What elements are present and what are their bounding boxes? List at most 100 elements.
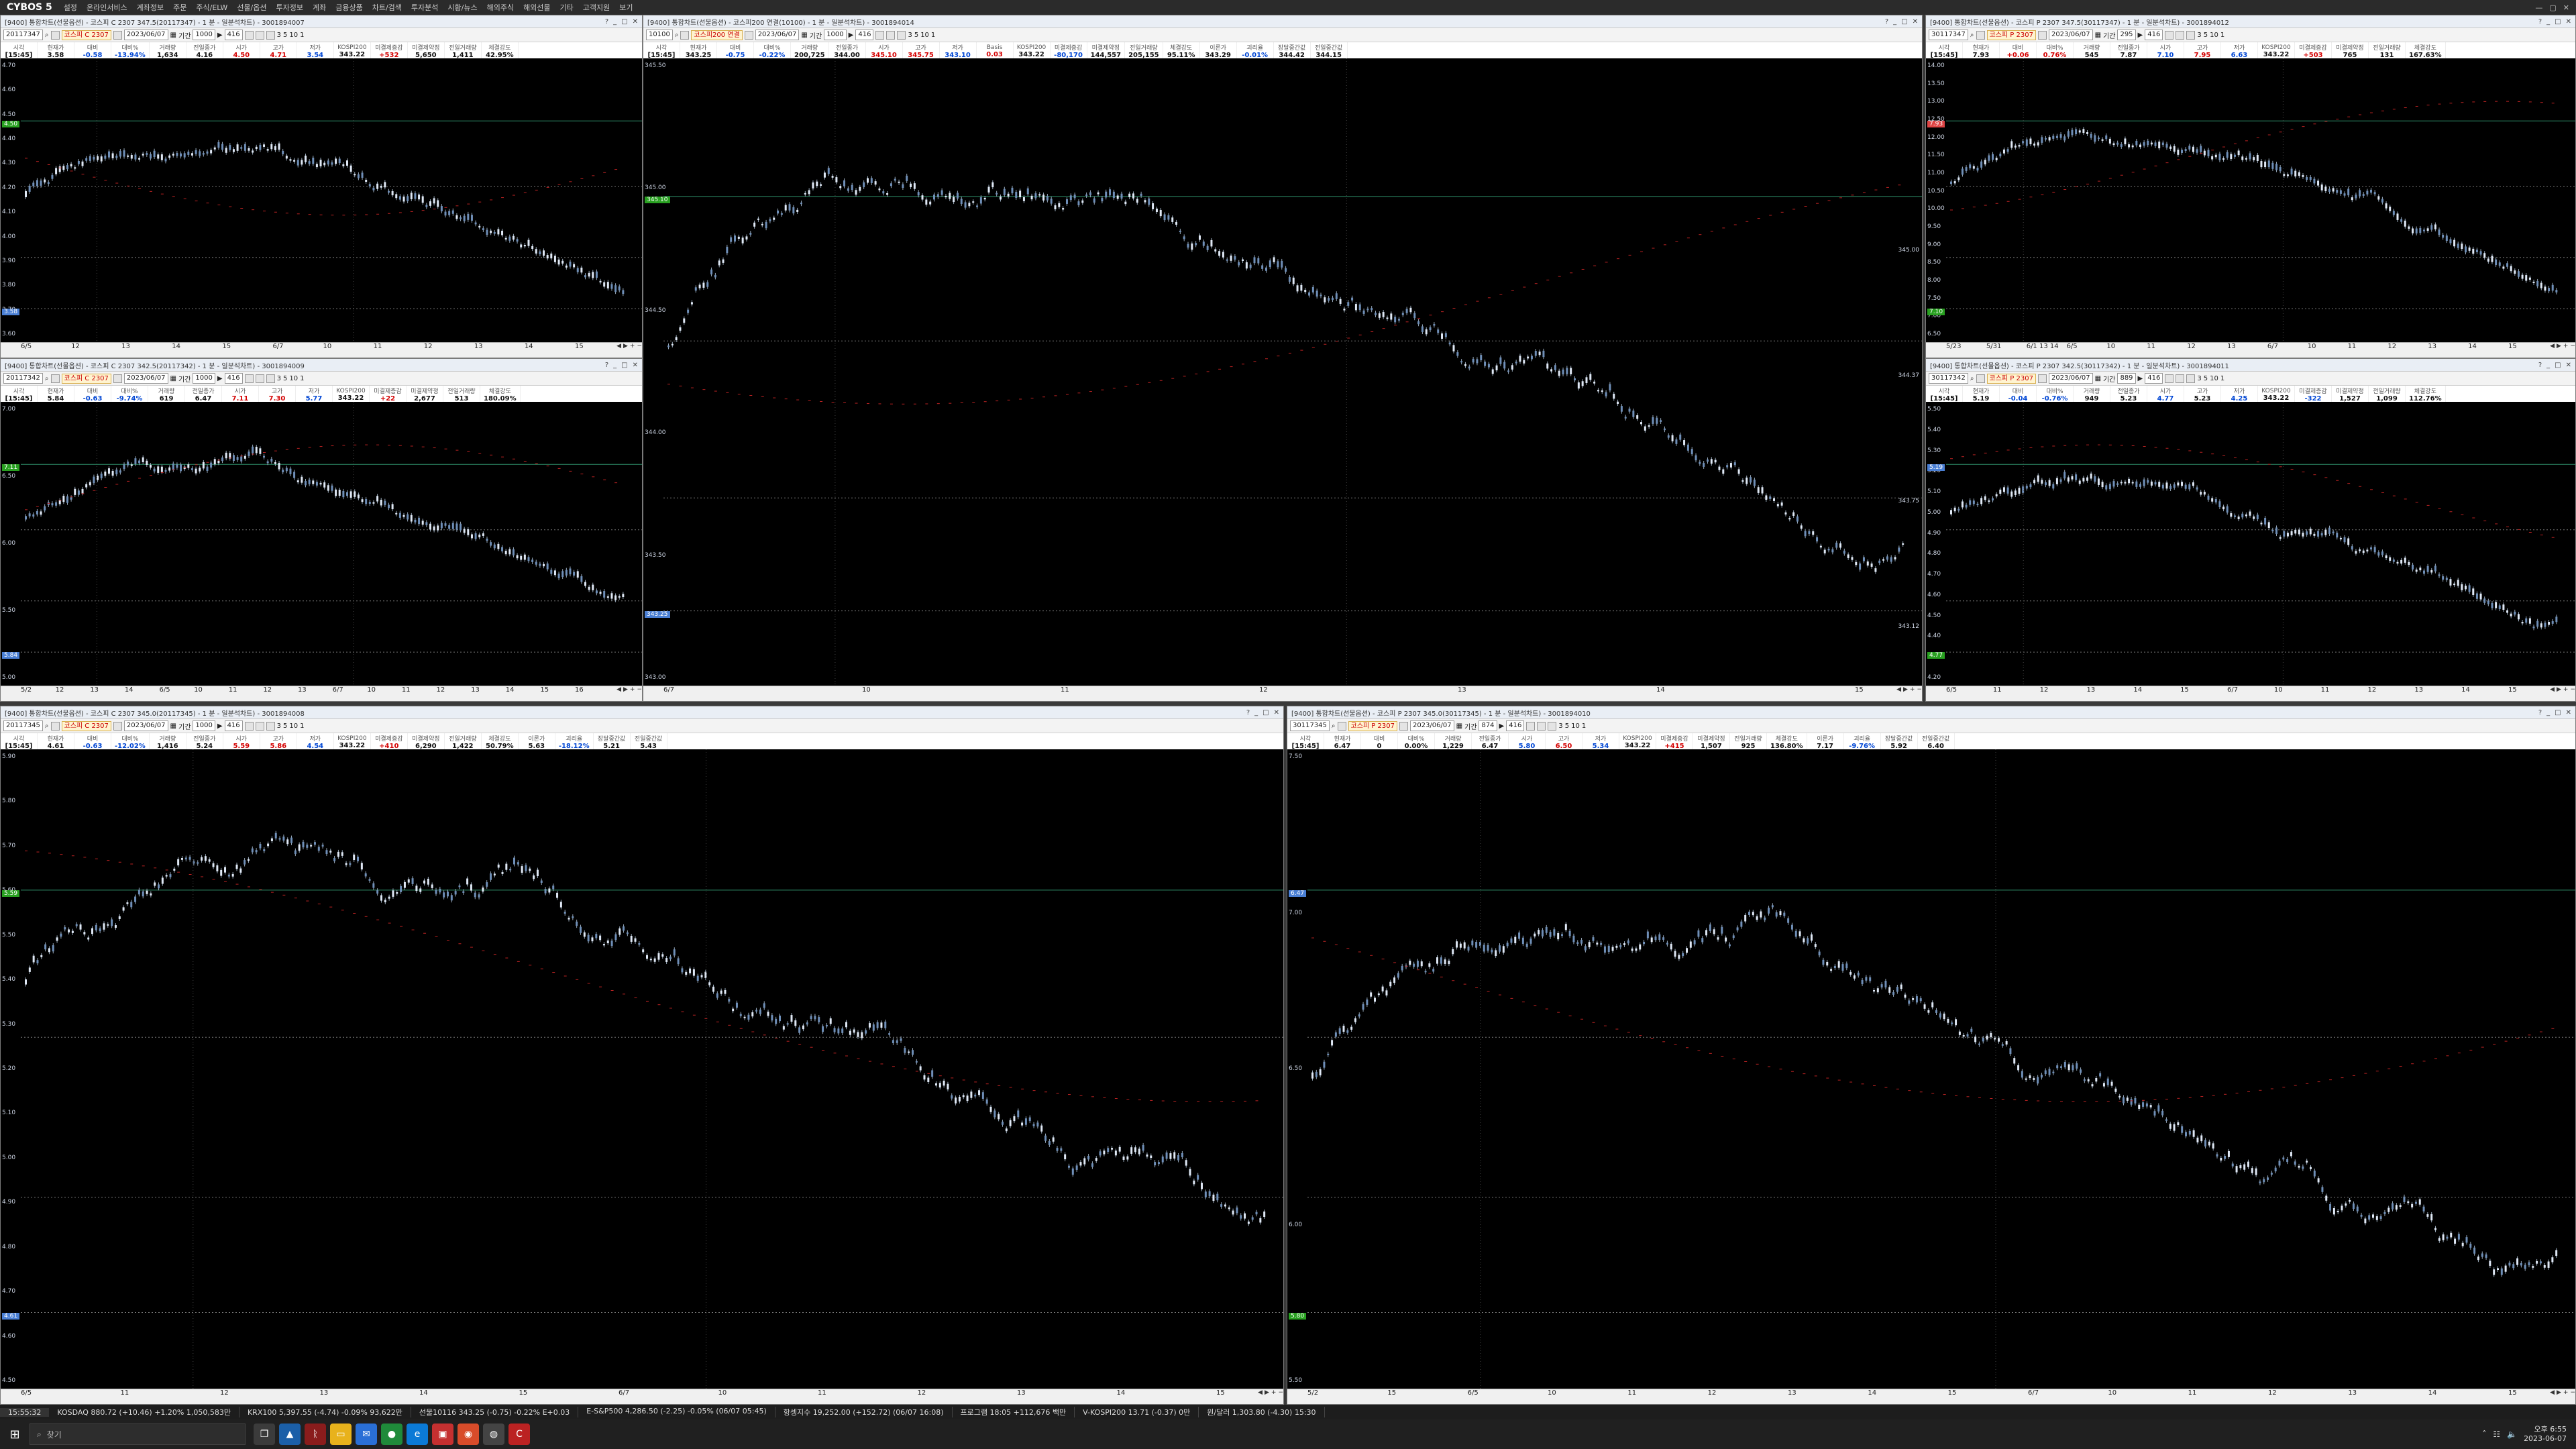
play-icon[interactable]: ▶ [217,32,223,39]
menu-item-12[interactable]: 해외주식 [482,2,519,13]
period-field[interactable]: 1000 [193,720,215,731]
scroll-right-icon[interactable]: ▶ [2557,1389,2561,1396]
toolbar-button[interactable] [1526,721,1536,731]
zoom-in-icon[interactable]: + [1910,686,1915,693]
scroll-right-icon[interactable]: ▶ [623,343,628,350]
toolbar-button[interactable] [897,30,906,40]
minimize-icon[interactable]: _ [1254,709,1258,716]
zoom-out-icon[interactable]: − [637,343,642,350]
toolbar-button[interactable] [2165,30,2174,40]
interval-10[interactable]: 10 [289,375,298,382]
scroll-right-icon[interactable]: ▶ [1265,1389,1269,1396]
minimize-icon[interactable]: _ [613,18,616,25]
interval-5[interactable]: 5 [283,375,287,382]
zoom-out-icon[interactable]: − [2570,686,2575,693]
chart-window-30117347[interactable]: [9400] 통합차트(선물옵션) - 코스피 P 2307 347.5(301… [1925,15,2576,358]
date-field[interactable]: 2023/06/07 [123,30,168,40]
scroll-right-icon[interactable]: ▶ [623,686,628,693]
calendar-icon[interactable]: ▦ [1456,722,1462,730]
interval-10[interactable]: 10 [920,32,929,39]
close-icon[interactable]: ✕ [2563,3,2569,12]
period-field[interactable]: 874 [1479,720,1497,731]
interval-10[interactable]: 10 [289,32,298,39]
window-title-bar[interactable]: [9400] 통합차트(선물옵션) - 코스피 C 2307 347.5(201… [1,15,642,28]
toolbar-button[interactable] [1976,374,1985,383]
menu-item-15[interactable]: 고객지원 [578,2,614,13]
interval-10[interactable]: 10 [289,722,298,730]
taskbar-search[interactable]: ⌕ 찾기 [30,1424,246,1445]
date-field[interactable]: 2023/06/07 [123,373,168,384]
toolbar-button[interactable] [680,30,690,40]
interval-1[interactable]: 1 [931,32,935,39]
toolbar-button[interactable] [244,721,254,731]
date-field[interactable]: 2023/06/07 [2048,373,2093,384]
toolbar-button[interactable] [50,30,60,40]
interval-10[interactable]: 10 [1571,722,1580,730]
maximize-icon[interactable]: □ [621,362,627,369]
calendar-icon[interactable]: ▦ [2095,32,2101,39]
menu-item-2[interactable]: 계좌정보 [132,2,168,13]
interval-3[interactable]: 3 [908,32,912,39]
play-icon[interactable]: ▶ [2138,32,2143,39]
calendar-icon[interactable]: ▦ [170,722,176,730]
toolbar-button[interactable] [1337,721,1346,731]
scroll-left-icon[interactable]: ◀ [2550,686,2555,693]
search-icon[interactable]: ⌕ [45,32,49,39]
calendar-icon[interactable]: ▦ [801,32,807,39]
price-chart[interactable]: 7.00 6.50 6.00 5.50 5.00 7.11 5.84 [1,402,642,686]
toolbar-button[interactable] [2186,374,2196,383]
toolbar-button[interactable] [50,721,60,731]
period-field[interactable]: 1000 [193,373,215,384]
play-icon[interactable]: ▶ [2138,375,2143,382]
zoom-out-icon[interactable]: − [1278,1389,1283,1396]
search-icon[interactable]: ⌕ [45,722,49,730]
interval-1[interactable]: 1 [300,375,304,382]
zoom-in-icon[interactable]: + [630,343,635,350]
count-field[interactable]: 416 [224,373,243,384]
toolbar-button[interactable] [266,374,275,383]
price-chart[interactable]: 5.50 5.40 5.30 5.20 5.10 5.00 4.90 4.80 4.70 4.60… [1926,402,2575,686]
interval-5[interactable]: 5 [283,722,287,730]
interval-5[interactable]: 5 [283,32,287,39]
maximize-icon[interactable]: □ [2555,362,2561,369]
interval-10[interactable]: 10 [2210,375,2218,382]
code-field[interactable]: 30117342 [1929,373,1968,384]
zoom-in-icon[interactable]: + [1271,1389,1277,1396]
taskbar-clock[interactable]: 오후 6:55 2023-06-07 [2524,1425,2567,1444]
toolbar-button[interactable] [1976,30,1985,40]
close-icon[interactable]: ✕ [633,18,638,25]
maximize-icon[interactable]: □ [621,18,627,25]
window-title-bar[interactable]: [9400] 통합차트(선물옵션) - 코스피 C 2307 345.0(201… [1,706,1283,719]
toolbar-button[interactable] [255,721,264,731]
edge-icon[interactable]: e [407,1424,428,1445]
menu-item-10[interactable]: 투자분석 [407,2,443,13]
search-icon[interactable]: ⌕ [675,32,679,39]
scroll-left-icon[interactable]: ◀ [616,343,621,350]
interval-3[interactable]: 3 [277,32,281,39]
maximize-icon[interactable]: □ [2555,709,2561,716]
minimize-icon[interactable]: _ [1893,18,1896,25]
close-icon[interactable]: ✕ [2566,362,2571,369]
menu-item-4[interactable]: 주식/ELW [191,2,232,13]
volume-icon[interactable]: 🔈 [2507,1430,2517,1439]
toolbar-button[interactable] [255,30,264,40]
period-field[interactable]: 889 [2117,373,2136,384]
interval-1[interactable]: 1 [300,32,304,39]
folder-icon[interactable]: ▭ [330,1424,352,1445]
toolbar-button[interactable] [244,30,254,40]
calendar-icon[interactable]: ▦ [2095,375,2101,382]
count-field[interactable]: 416 [224,30,243,40]
windows-start-icon[interactable]: ⊞ [0,1419,30,1449]
chart-window-10100[interactable]: [9400] 통합차트(선물옵션) - 코스피200 연결(10100) - 1… [643,15,1923,702]
interval-3[interactable]: 3 [1558,722,1562,730]
maximize-icon[interactable]: ▢ [2549,3,2556,12]
play-icon[interactable]: ▶ [217,375,223,382]
minimize-icon[interactable]: _ [2546,18,2550,25]
toolbar-button[interactable] [113,30,122,40]
help-icon[interactable]: ? [2538,18,2542,25]
interval-1[interactable]: 1 [300,722,304,730]
price-chart[interactable]: 5.905.805.705.605.505.405.305.205.105.00… [1,749,1283,1389]
menu-item-7[interactable]: 계좌 [308,2,331,13]
help-icon[interactable]: ? [605,18,608,25]
close-icon[interactable]: ✕ [633,362,638,369]
